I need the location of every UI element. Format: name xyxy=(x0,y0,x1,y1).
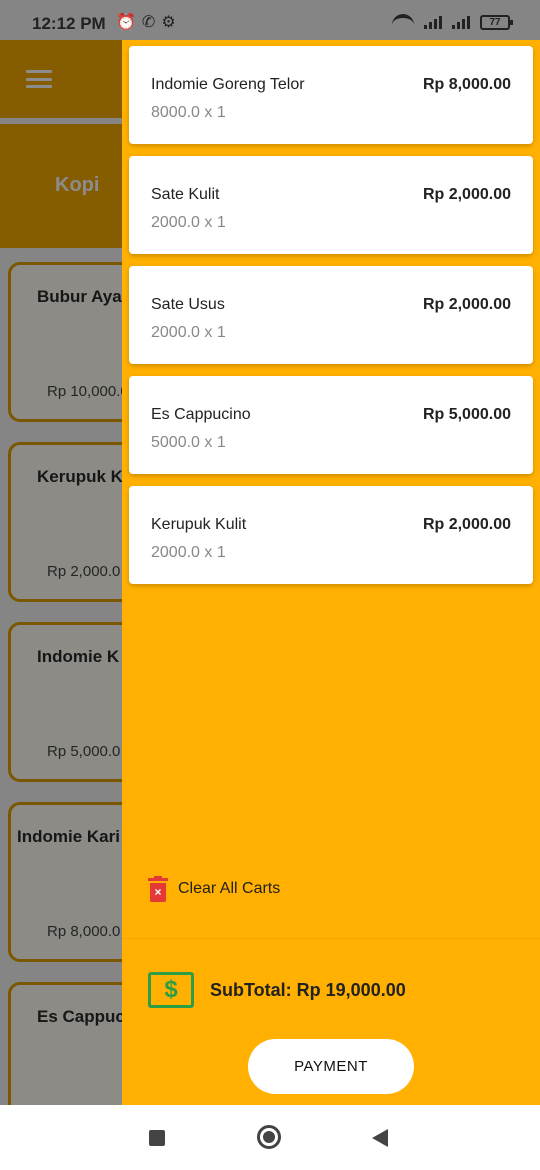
cart-item-name: Sate Usus xyxy=(151,296,225,313)
trash-icon: × xyxy=(148,876,168,902)
back-icon[interactable] xyxy=(372,1129,388,1147)
alarm-icon: ⏰ xyxy=(116,14,136,31)
cart-list: Indomie Goreng Telor Rp 8,000.00 8000.0 … xyxy=(129,46,533,596)
wifi-icon xyxy=(392,14,414,30)
home-icon[interactable] xyxy=(257,1125,281,1149)
signal-icon xyxy=(424,15,442,29)
whatsapp-icon: ✆ xyxy=(141,14,156,31)
cart-item[interactable]: Sate Usus Rp 2,000.00 2000.0 x 1 xyxy=(129,266,533,364)
settings-gear-icon: ⚙ xyxy=(161,14,176,31)
cart-item-name: Sate Kulit xyxy=(151,186,220,203)
cart-drawer: Indomie Goreng Telor Rp 8,000.00 8000.0 … xyxy=(122,40,540,1105)
cart-item[interactable]: Kerupuk Kulit Rp 2,000.00 2000.0 x 1 xyxy=(129,486,533,584)
cart-item-name: Es Cappucino xyxy=(151,406,251,423)
cart-item-name: Kerupuk Kulit xyxy=(151,516,247,533)
cart-item[interactable]: Sate Kulit Rp 2,000.00 2000.0 x 1 xyxy=(129,156,533,254)
battery-icon: 77 xyxy=(480,14,513,30)
cart-item-price: Rp 2,000.00 xyxy=(422,296,511,313)
cart-item-price: Rp 5,000.00 xyxy=(422,406,511,423)
cart-item-qty: 5000.0 x 1 xyxy=(151,434,226,451)
cart-item[interactable]: Es Cappucino Rp 5,000.00 5000.0 x 1 xyxy=(129,376,533,474)
status-bar: 12:12 PM ⏰ ✆ ⚙ 77 xyxy=(0,0,540,40)
cart-item-qty: 2000.0 x 1 xyxy=(151,324,226,341)
system-nav-bar xyxy=(0,1105,540,1170)
cart-item-qty: 2000.0 x 1 xyxy=(151,544,226,561)
cart-item-price: Rp 2,000.00 xyxy=(422,186,511,203)
cart-item-price: Rp 8,000.00 xyxy=(422,76,511,93)
money-icon: $ xyxy=(148,972,194,1008)
recents-icon[interactable] xyxy=(149,1130,165,1146)
subtotal-text: SubTotal: Rp 19,000.00 xyxy=(210,979,406,1000)
signal-icon xyxy=(452,15,470,29)
cart-item-qty: 8000.0 x 1 xyxy=(151,104,226,121)
subtotal-row: $ SubTotal: Rp 19,000.00 xyxy=(148,972,406,1008)
divider xyxy=(122,938,540,939)
cart-item[interactable]: Indomie Goreng Telor Rp 8,000.00 8000.0 … xyxy=(129,46,533,144)
clear-all-carts-button[interactable]: × Clear All Carts xyxy=(148,876,280,902)
status-time: 12:12 PM xyxy=(32,14,106,33)
cart-item-qty: 2000.0 x 1 xyxy=(151,214,226,231)
clear-all-carts-label: Clear All Carts xyxy=(178,880,281,897)
payment-button[interactable]: PAYMENT xyxy=(248,1039,414,1094)
cart-item-name: Indomie Goreng Telor xyxy=(151,76,305,93)
cart-item-price: Rp 2,000.00 xyxy=(422,516,511,533)
